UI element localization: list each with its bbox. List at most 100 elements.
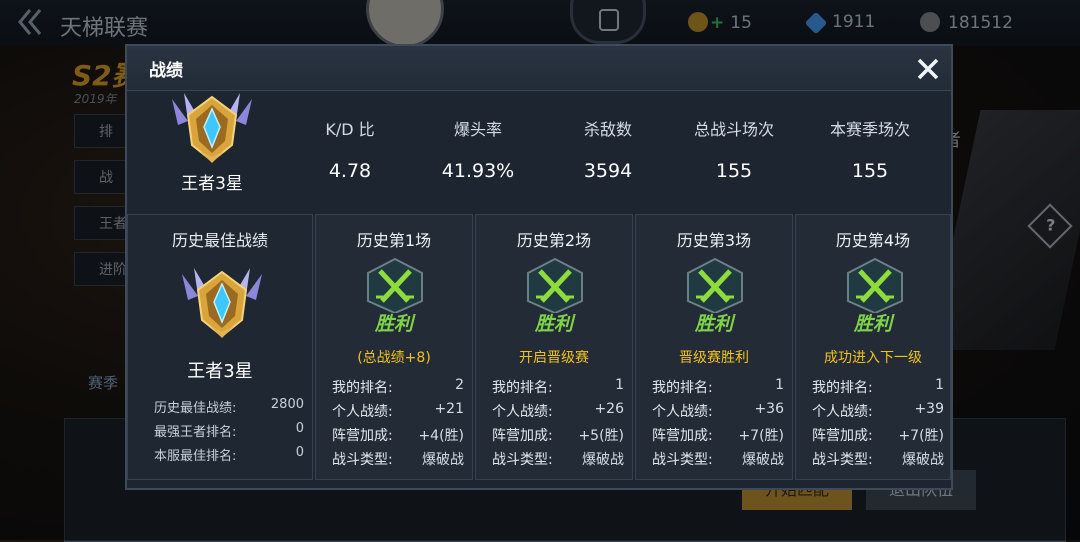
row-value: +4(胜) [418,428,464,444]
match-row: 阵营加成: +5(胜) [492,425,624,445]
row-value: +5(胜) [578,428,624,444]
row-label: 战斗类型: [492,452,553,468]
match-row: 个人战绩: +39 [812,401,944,421]
row-value: 爆破战 [582,452,624,468]
match-row: 战斗类型: 爆破战 [652,449,784,469]
king-rank-emblem-icon [172,93,252,163]
match-result-label: 胜利 [374,313,413,335]
row-label: 我的排名: [332,380,393,396]
row-value: +36 [754,401,784,417]
row-value: +39 [914,401,944,417]
row-value: 2 [455,377,464,393]
match-card: 历史第4场 胜利 成功进入下一级 我的排名: 1 个人战绩: +39 阵营加成: +7… [795,214,951,480]
stat-label: K/D 比 [325,120,375,139]
stat-label: 杀敌数 [583,120,632,139]
stat-kd: K/D 比 4.78 [285,116,415,182]
best-line-label: 历史最佳战绩: [154,401,237,416]
match-result-label: 胜利 [853,313,892,335]
row-value: +7(胜) [898,428,944,444]
current-rank: 王者3星 [157,91,267,194]
stat-value: 4.78 [328,160,372,182]
row-value: 爆破战 [742,452,784,468]
match-row: 我的排名: 1 [812,377,944,397]
row-value: +7(胜) [738,428,784,444]
stat-label: 爆头率 [453,120,502,139]
match-row: 战斗类型: 爆破战 [812,449,944,469]
match-card: 历史第3场 胜利 晋级赛胜利 我的排名: 1 个人战绩: +36 阵营加成: +7(胜… [635,214,793,480]
best-record-title: 历史最佳战绩 [171,231,268,250]
row-label: 我的排名: [492,380,553,396]
best-line-value: 2800 [270,397,304,412]
match-result-badge [362,257,428,317]
match-result-label: 胜利 [694,313,733,335]
match-title: 历史第3场 [676,231,752,250]
match-row: 我的排名: 1 [492,377,624,397]
close-button[interactable] [913,54,943,84]
crossed-swords-icon [367,257,423,315]
row-value: 爆破战 [422,452,464,468]
match-title: 历史第1场 [356,231,432,250]
close-icon [917,58,939,80]
match-result-badge [522,257,588,317]
row-label: 个人战绩: [812,404,873,420]
row-value: +26 [594,401,624,417]
match-note: (总战绩+8) [357,350,431,366]
match-row: 我的排名: 1 [652,377,784,397]
row-label: 我的排名: [812,380,873,396]
row-value: +21 [434,401,464,417]
history-row: 历史最佳战绩 王者3星 历史最佳战绩: 2800 最强王者排名: 0 本服最佳排名:… [127,214,951,480]
best-line-label: 本服最佳排名: [154,449,237,464]
match-row: 阵营加成: +7(胜) [652,425,784,445]
match-row: 阵营加成: +7(胜) [812,425,944,445]
dialog-title: 战绩 [149,61,183,81]
match-note: 晋级赛胜利 [679,350,749,366]
row-value: 1 [935,377,944,393]
row-value: 1 [615,377,624,393]
stat-label: 本赛季场次 [829,120,910,139]
stat-kills: 杀敌数 3594 [543,116,673,182]
row-label: 个人战绩: [652,404,713,420]
match-result-badge [842,257,908,317]
record-dialog: 战绩 王者3星 K/D 比 4.78 爆头率 41.93% 杀敌数 3594 总… [125,44,953,490]
row-label: 个人战绩: [332,404,393,420]
match-row: 个人战绩: +21 [332,401,464,421]
row-value: 1 [775,377,784,393]
row-label: 阵营加成: [652,428,713,444]
best-rank-emblem [180,263,264,347]
match-title: 历史第2场 [516,231,592,250]
stat-headshot: 爆头率 41.93% [413,116,543,182]
best-line: 历史最佳战绩: 2800 [154,397,304,416]
match-row: 个人战绩: +26 [492,401,624,421]
match-note: 开启晋级赛 [519,350,589,366]
best-line: 最强王者排名: 0 [154,421,304,440]
current-rank-label: 王者3星 [181,174,243,194]
stat-value: 3594 [583,160,633,182]
best-line-value: 0 [295,421,304,436]
match-result-label: 胜利 [534,313,573,335]
match-row: 战斗类型: 爆破战 [492,449,624,469]
row-label: 战斗类型: [332,452,393,468]
dialog-header: 战绩 [127,46,951,91]
stat-season-matches: 本赛季场次 155 [805,116,935,182]
crossed-swords-icon [847,257,903,315]
match-row: 我的排名: 2 [332,377,464,397]
best-line-value: 0 [295,445,304,460]
row-label: 个人战绩: [492,404,553,420]
crossed-swords-icon [687,257,743,315]
best-rank-label: 王者3星 [187,361,253,382]
row-label: 我的排名: [652,380,713,396]
best-record-card: 历史最佳战绩 王者3星 历史最佳战绩: 2800 最强王者排名: 0 本服最佳排名:… [127,214,313,480]
best-line: 本服最佳排名: 0 [154,445,304,464]
match-row: 阵营加成: +4(胜) [332,425,464,445]
king-rank-emblem-icon [182,268,262,338]
match-title: 历史第4场 [835,231,911,250]
match-result-badge [682,257,748,317]
match-card: 历史第1场 胜利 (总战绩+8) 我的排名: 2 个人战绩: +21 阵营加成: +4… [315,214,473,480]
row-label: 战斗类型: [812,452,873,468]
best-line-label: 最强王者排名: [154,425,237,440]
match-note: 成功进入下一级 [824,350,922,366]
match-card: 历史第2场 胜利 开启晋级赛 我的排名: 1 个人战绩: +26 阵营加成: +5(胜… [475,214,633,480]
crossed-swords-icon [527,257,583,315]
stat-label: 总战斗场次 [693,120,774,139]
stat-value: 155 [851,160,889,182]
